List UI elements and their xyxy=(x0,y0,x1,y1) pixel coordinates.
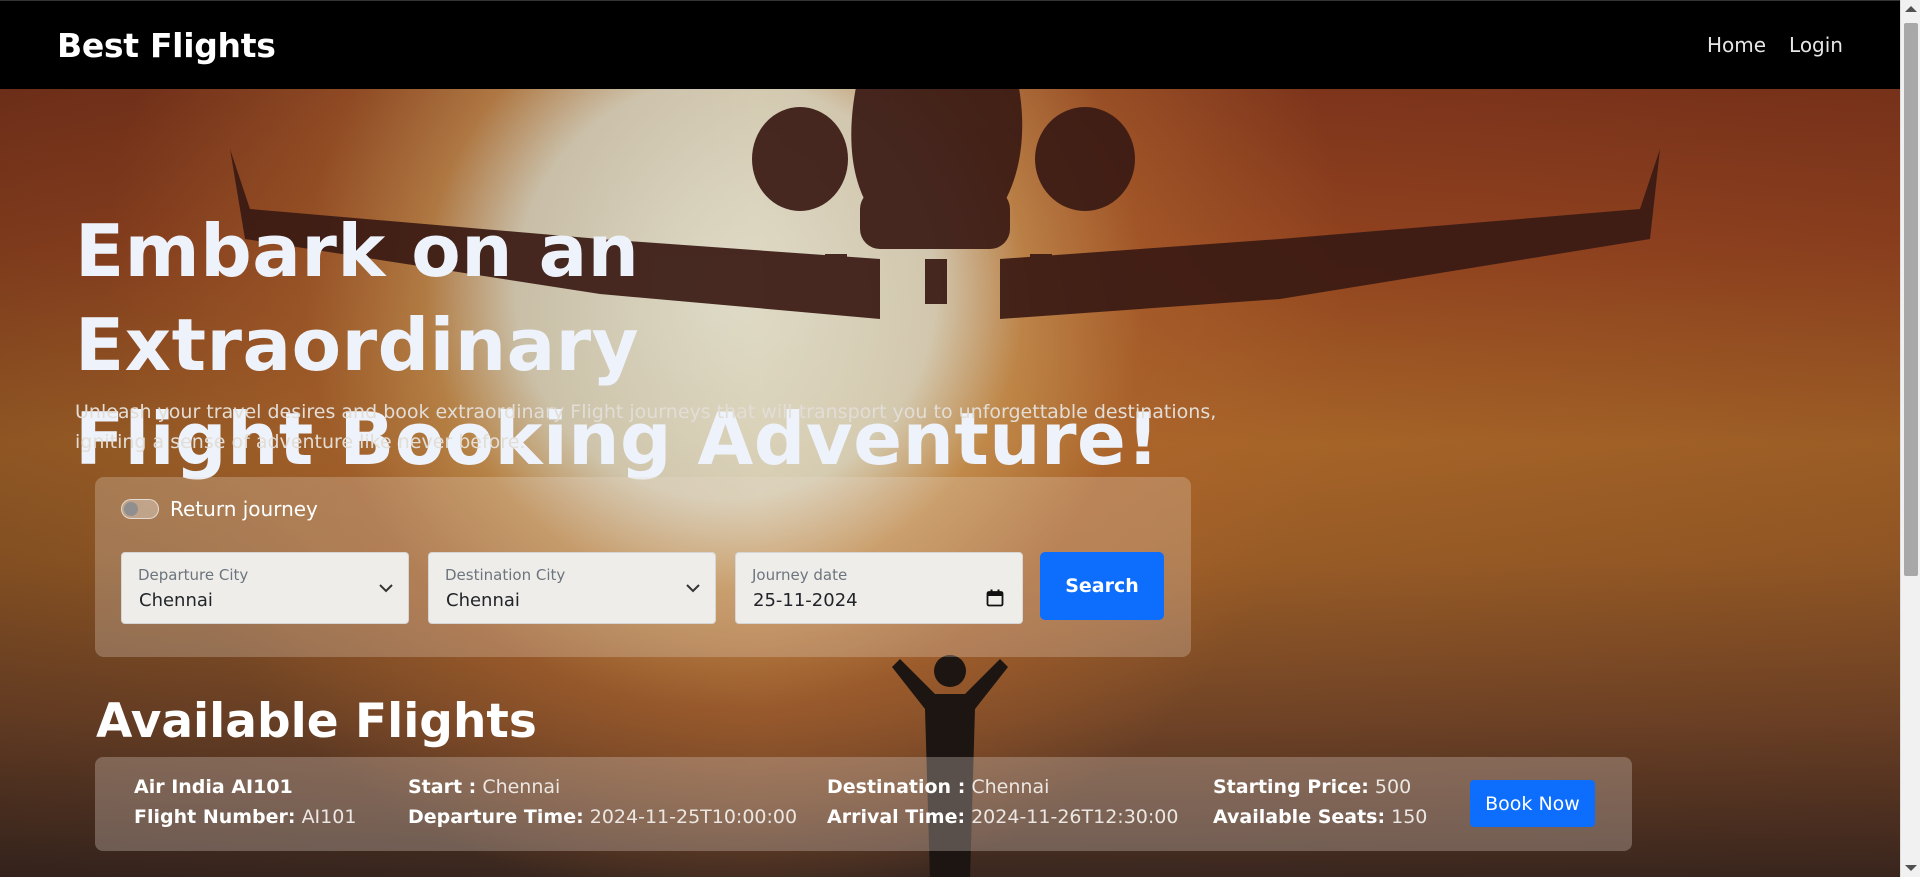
price-value: 500 xyxy=(1374,776,1412,798)
destination-value: Chennai xyxy=(971,776,1050,798)
destination-label: Destination : xyxy=(827,776,966,798)
arrival-time-value: 2024-11-26T12:30:00 xyxy=(971,806,1179,828)
start-label: Start : xyxy=(408,776,477,798)
navbar: Best Flights Home Login xyxy=(0,0,1900,89)
start-value: Chennai xyxy=(482,776,561,798)
flight-start-column: Start : Chennai Departure Time: 2024-11-… xyxy=(408,772,797,832)
book-now-button[interactable]: Book Now xyxy=(1470,780,1595,827)
hero-content: Embark on an Extraordinary Flight Bookin… xyxy=(0,89,1900,877)
flight-price-column: Starting Price: 500 Available Seats: 150 xyxy=(1213,772,1427,832)
destination-city-label: Destination City xyxy=(445,566,566,584)
hero-section: Embark on an Extraordinary Flight Bookin… xyxy=(0,89,1900,877)
departure-city-select[interactable]: Departure City Chennai xyxy=(121,552,409,624)
nav-links: Home Login xyxy=(1707,33,1843,57)
journey-date-label: Journey date xyxy=(752,566,848,584)
flight-name-column: Air India AI101 Flight Number: AI101 xyxy=(134,772,356,832)
departure-time-value: 2024-11-25T10:00:00 xyxy=(589,806,798,828)
brand-logo[interactable]: Best Flights xyxy=(57,26,276,65)
return-journey-label: Return journey xyxy=(170,497,318,521)
destination-city-select[interactable]: Destination City Chennai xyxy=(428,552,716,624)
nav-home-link[interactable]: Home xyxy=(1707,33,1766,57)
hero-subtitle: Unleash your travel desires and book ext… xyxy=(75,401,1217,453)
scrollbar[interactable] xyxy=(1900,0,1920,877)
return-journey-row: Return journey xyxy=(121,497,318,521)
price-label: Starting Price: xyxy=(1213,776,1369,798)
available-flights-title: Available Flights xyxy=(96,694,537,749)
nav-login-link[interactable]: Login xyxy=(1789,33,1843,57)
chevron-down-icon xyxy=(686,584,700,593)
departure-city-value: Chennai xyxy=(139,590,213,611)
hero-headline-line1: Embark on an Extraordinary xyxy=(75,209,640,387)
flight-destination-column: Destination : Chennai Arrival Time: 2024… xyxy=(827,772,1178,832)
scroll-down-arrow-icon[interactable] xyxy=(1905,865,1917,871)
arrival-time-label: Arrival Time: xyxy=(827,806,966,828)
chevron-down-icon xyxy=(379,584,393,593)
scroll-up-arrow-icon[interactable] xyxy=(1905,6,1917,12)
flight-name: Air India AI101 xyxy=(134,776,293,798)
seats-value: 150 xyxy=(1391,806,1428,828)
destination-city-value: Chennai xyxy=(446,590,520,611)
departure-city-label: Departure City xyxy=(138,566,249,584)
journey-date-value: 25-11-2024 xyxy=(753,590,858,611)
calendar-icon[interactable] xyxy=(986,589,1004,607)
journey-date-input[interactable]: Journey date 25-11-2024 xyxy=(735,552,1023,624)
scroll-thumb[interactable] xyxy=(1904,23,1918,576)
flight-number-label: Flight Number: xyxy=(134,806,296,828)
departure-time-label: Departure Time: xyxy=(408,806,584,828)
flight-number-value: AI101 xyxy=(301,806,357,828)
return-journey-toggle[interactable] xyxy=(121,499,159,519)
seats-label: Available Seats: xyxy=(1213,806,1386,828)
search-card: Return journey Departure City Chennai De… xyxy=(95,477,1191,657)
flight-card: Air India AI101 Flight Number: AI101 Sta… xyxy=(95,757,1632,851)
search-button[interactable]: Search xyxy=(1040,552,1164,620)
